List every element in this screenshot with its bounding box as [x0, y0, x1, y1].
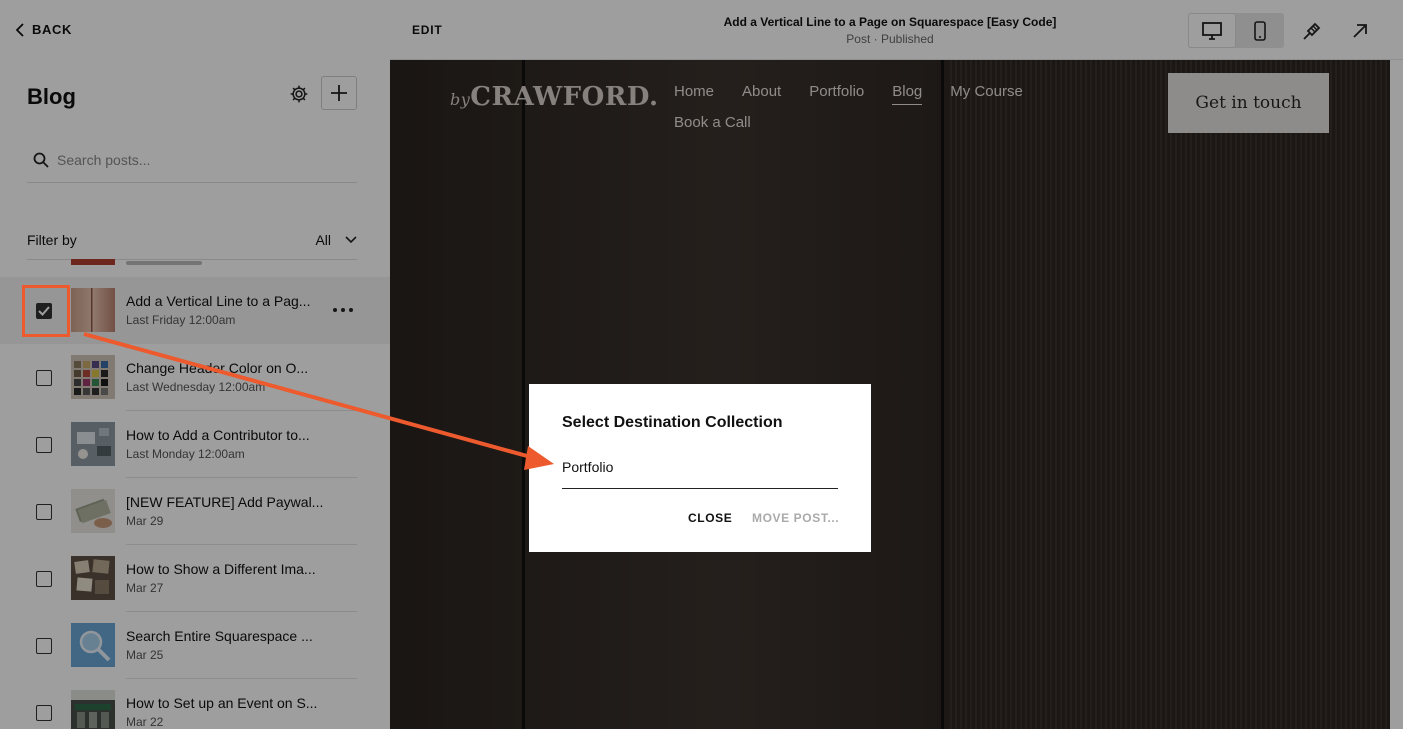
checkbox-highlight-annotation	[22, 285, 70, 337]
move-post-button: MOVE POST...	[752, 511, 840, 525]
select-destination-modal: Select Destination Collection Portfolio …	[529, 384, 871, 552]
modal-backdrop[interactable]	[0, 0, 1403, 729]
collection-select[interactable]: Portfolio	[562, 457, 838, 489]
modal-title: Select Destination Collection	[562, 414, 783, 431]
close-button[interactable]: CLOSE	[688, 511, 732, 525]
